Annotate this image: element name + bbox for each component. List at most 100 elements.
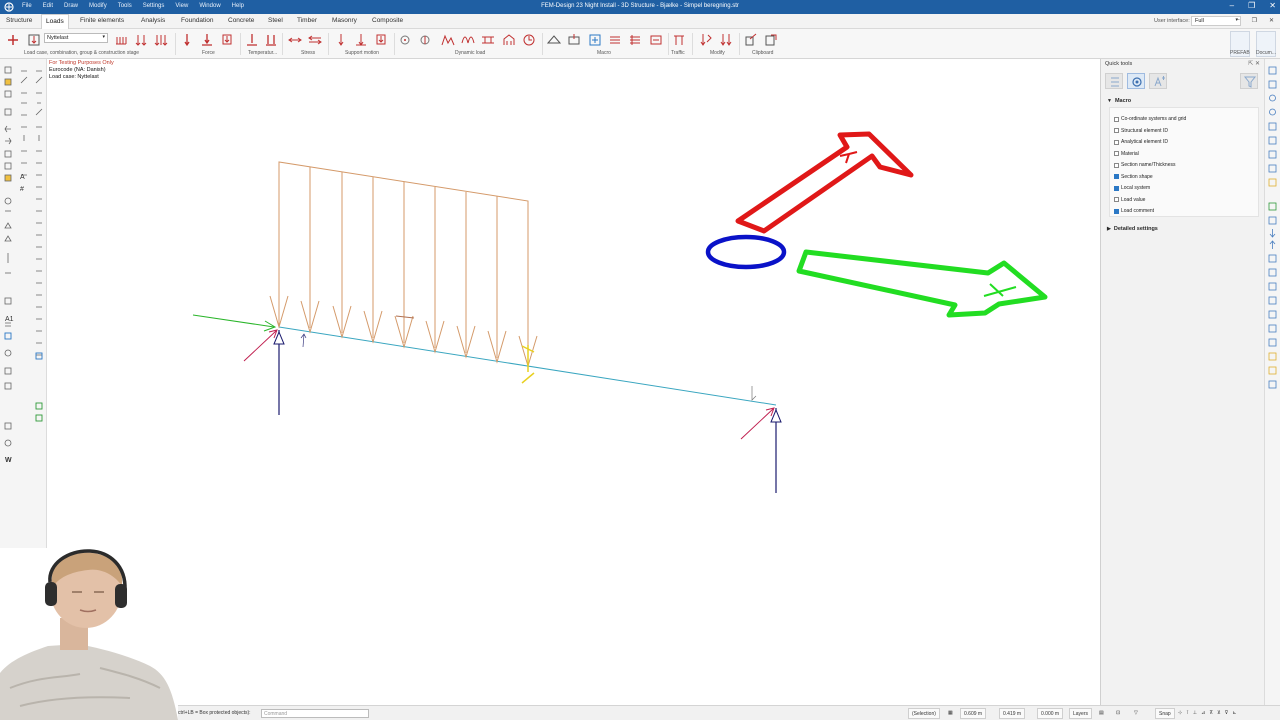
redo-icon[interactable]	[5, 137, 12, 145]
view-tool-icon[interactable]	[1268, 338, 1277, 347]
checkbox-section-name[interactable]: Section name/Thickness	[1114, 162, 1175, 168]
load-group-icon[interactable]	[134, 33, 148, 47]
view-tool-icon[interactable]	[1268, 216, 1277, 225]
checkbox-coordinate-systems[interactable]: Co-ordinate systems and grid	[1114, 116, 1186, 122]
macro-load-1-icon[interactable]	[608, 33, 622, 47]
checkbox-box-checked[interactable]	[1114, 208, 1119, 214]
selection-status[interactable]: (Selection)	[908, 708, 940, 719]
w-tool-icon[interactable]: W	[5, 457, 12, 464]
checkbox-box-checked[interactable]	[1114, 185, 1119, 191]
green-tool-icon-1[interactable]	[35, 402, 43, 410]
open-file-icon[interactable]	[4, 78, 12, 86]
checkbox-section-shape[interactable]: Section shape	[1114, 174, 1153, 180]
view-tool-icon[interactable]	[1268, 254, 1277, 263]
temperature-load-icon[interactable]	[245, 33, 259, 47]
checkbox-box[interactable]	[1114, 128, 1119, 133]
checkbox-structural-element-id[interactable]: Structural element ID	[1114, 128, 1168, 134]
macro-load-2-icon[interactable]	[628, 33, 642, 47]
checkbox-box-checked[interactable]	[1114, 174, 1119, 179]
surface-load-icon[interactable]	[220, 33, 234, 47]
checkbox-analytical-element-id[interactable]: Analytical element ID	[1114, 139, 1168, 145]
filter-button[interactable]	[1240, 73, 1258, 89]
modify-load-2-icon[interactable]	[719, 33, 733, 47]
excitation-icon[interactable]	[418, 33, 432, 47]
tab-loads[interactable]: Loads	[41, 14, 69, 29]
ui-mode-select[interactable]: Full ▾	[1191, 16, 1241, 26]
undo-icon[interactable]	[4, 125, 11, 133]
command-input[interactable]: Command	[261, 709, 369, 718]
support-motion-line-icon[interactable]	[354, 33, 368, 47]
model-canvas[interactable]: For Testing Purposes Only Eurocode (NA: …	[47, 59, 1097, 705]
view-tool-icon[interactable]	[1268, 136, 1277, 145]
lock-icon[interactable]: ⊡	[1116, 710, 1120, 716]
view-tool-icon[interactable]	[1268, 66, 1277, 75]
checkbox-load-comment[interactable]: Load comment	[1114, 208, 1154, 214]
stress-load-icon[interactable]	[288, 33, 302, 47]
checkbox-box[interactable]	[1114, 197, 1119, 202]
periodic-load-icon[interactable]	[502, 33, 516, 47]
seismic-settings-icon[interactable]	[522, 33, 536, 47]
tool-icon-f[interactable]	[4, 297, 12, 305]
doc-restore-icon[interactable]: ❐	[1252, 17, 1257, 24]
tool-icon-g[interactable]	[5, 322, 11, 327]
zoom-tool-icon[interactable]	[4, 349, 12, 357]
view-tool-icon[interactable]	[1268, 122, 1277, 131]
view-tool-icon[interactable]	[1268, 366, 1277, 375]
text-tool-icon[interactable]: A1	[5, 316, 14, 323]
doc-close-icon[interactable]: ✕	[1269, 17, 1274, 24]
seismic-load-icon[interactable]	[441, 33, 455, 47]
view-tool-icon[interactable]	[1268, 202, 1277, 211]
tab-list-icon[interactable]	[1105, 73, 1123, 89]
tool-icon-c[interactable]	[4, 235, 12, 242]
zoom-icon[interactable]	[1269, 94, 1276, 102]
minimize-icon[interactable]: –	[1230, 1, 1234, 10]
checkbox-local-system[interactable]: Local system	[1114, 185, 1150, 191]
moving-load-icon[interactable]	[481, 33, 495, 47]
checkbox-box[interactable]	[1114, 162, 1119, 168]
support-motion-point-icon[interactable]	[334, 33, 348, 47]
doc-minimize-icon[interactable]: –	[1236, 17, 1239, 24]
view-tool-icon[interactable]	[1268, 352, 1277, 361]
tool-icon-h[interactable]	[4, 367, 12, 375]
add-load-case-icon[interactable]	[6, 33, 20, 47]
view-tool-icon[interactable]	[1268, 380, 1277, 389]
a-text-tool-icon[interactable]: A	[20, 174, 25, 181]
construction-stage-icon[interactable]	[154, 33, 168, 47]
view-tool-icon[interactable]	[1268, 80, 1277, 89]
snap-mode-icons[interactable]: ⊹⊺⊥⊿⊼⊻⊽⊾	[1178, 710, 1241, 716]
print-icon[interactable]	[4, 108, 12, 116]
checkbox-box[interactable]	[1114, 139, 1119, 145]
load-combination-icon[interactable]	[114, 33, 128, 47]
help-tool-icon[interactable]	[4, 197, 12, 205]
pin-icon[interactable]: ⇱	[1248, 61, 1253, 67]
macro-load-3-icon[interactable]	[649, 33, 663, 47]
temperature-surface-icon[interactable]	[264, 33, 278, 47]
close-icon[interactable]: ✕	[1269, 1, 1276, 10]
tab-composite[interactable]: Composite	[372, 17, 403, 24]
traffic-load-icon[interactable]	[672, 33, 686, 47]
green-tool-icon-2[interactable]	[35, 414, 43, 422]
paste-icon[interactable]	[764, 33, 778, 47]
checkbox-box[interactable]	[1114, 151, 1119, 156]
tab-finite-elements[interactable]: Finite elements	[80, 17, 124, 24]
layers-tool-icon[interactable]	[4, 174, 12, 182]
tab-timber[interactable]: Timber	[297, 17, 317, 24]
view-tool-icon[interactable]	[1268, 282, 1277, 291]
filter-status-icon[interactable]: ▽	[1134, 710, 1138, 716]
detailed-settings-header[interactable]: ▶ Detailed settings	[1107, 226, 1158, 232]
tool-icon-b[interactable]	[4, 222, 12, 229]
point-mass-icon[interactable]	[398, 33, 412, 47]
paste-tool-icon[interactable]	[4, 162, 12, 170]
tab-analysis[interactable]: Analysis	[141, 17, 165, 24]
copy-tool-icon[interactable]	[4, 150, 12, 158]
tab-foundation[interactable]: Foundation	[181, 17, 214, 24]
blue-tool-icon-1[interactable]	[35, 352, 43, 360]
zoom-icon[interactable]	[1269, 108, 1276, 116]
load-case-icon[interactable]	[27, 33, 41, 47]
layer-icon[interactable]: ▤	[1099, 710, 1104, 716]
macro-roof-icon[interactable]	[547, 33, 561, 47]
new-file-icon[interactable]	[4, 66, 12, 74]
view-tool-icon[interactable]	[1268, 310, 1277, 319]
tool-icon-i[interactable]	[4, 382, 12, 390]
tab-settings-icon[interactable]	[1127, 73, 1145, 89]
